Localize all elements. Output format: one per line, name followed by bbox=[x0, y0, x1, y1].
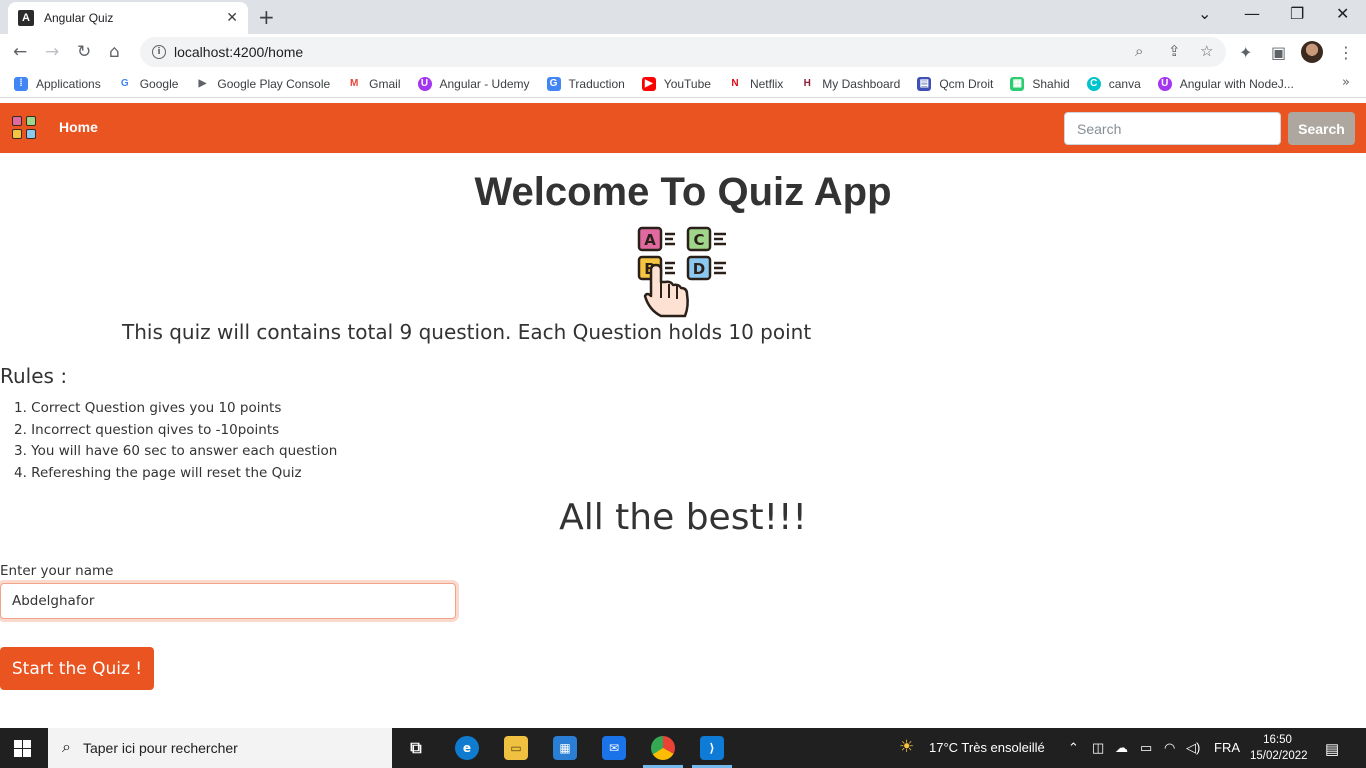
site-info-icon[interactable]: i bbox=[152, 45, 166, 59]
close-window-icon[interactable]: ✕ bbox=[1336, 4, 1349, 23]
taskbar-search-placeholder: Taper ici pour rechercher bbox=[82, 740, 238, 756]
chrome-icon[interactable] bbox=[651, 736, 675, 760]
bookmark-item[interactable]: G Google bbox=[117, 76, 178, 91]
profile-avatar[interactable] bbox=[1301, 41, 1323, 63]
restore-icon[interactable]: ❐ bbox=[1290, 4, 1304, 23]
share-icon[interactable]: ⇪ bbox=[1168, 42, 1181, 60]
tab-title: Angular Quiz bbox=[44, 11, 114, 25]
apps-grid-icon: ⁞ bbox=[14, 76, 28, 91]
file-explorer-icon[interactable]: ▭ bbox=[504, 736, 528, 760]
search-icon: ⌕ bbox=[62, 739, 71, 756]
svg-text:A: A bbox=[644, 231, 656, 249]
rule-item: 3. You will have 60 sec to answer each q… bbox=[14, 443, 338, 460]
windows-start-icon[interactable] bbox=[14, 740, 31, 757]
start-quiz-button[interactable]: Start the Quiz ! bbox=[0, 647, 154, 690]
taskbar-search[interactable]: ⌕ Taper ici pour rechercher bbox=[48, 728, 392, 768]
zoom-icon[interactable]: ⌕ bbox=[1135, 42, 1143, 60]
back-icon[interactable]: ← bbox=[13, 42, 27, 62]
udemy-icon: U bbox=[417, 76, 432, 91]
rule-item: 2. Incorrect question qives to -10points bbox=[14, 421, 280, 438]
minimize-icon[interactable]: — bbox=[1244, 4, 1260, 23]
udemy-icon: U bbox=[1157, 76, 1172, 91]
task-view-icon[interactable]: ⧉ bbox=[404, 736, 428, 760]
netflix-icon: N bbox=[727, 76, 742, 91]
quiz-choice-icon: A C B D bbox=[637, 226, 726, 318]
browser-tab-bar: A Angular Quiz ✕ + ⌄ — ❐ ✕ bbox=[0, 0, 1366, 34]
volume-icon[interactable]: ◁) bbox=[1186, 740, 1200, 756]
url-text: localhost:4200/home bbox=[174, 44, 304, 60]
bookmark-item[interactable]: ⁞ Applications bbox=[14, 76, 101, 91]
rule-item: 1. Correct Question gives you 10 points bbox=[14, 400, 282, 416]
reload-icon[interactable]: ↻ bbox=[77, 42, 91, 62]
translate-icon: G bbox=[546, 76, 561, 91]
tab-search-chevron-icon[interactable]: ⌄ bbox=[1198, 4, 1211, 23]
tray-chevron-icon[interactable]: ⌃ bbox=[1068, 740, 1079, 756]
meet-icon[interactable]: ◫ bbox=[1092, 740, 1104, 756]
search-input[interactable] bbox=[1064, 112, 1281, 145]
all-the-best-text: All the best!!! bbox=[559, 497, 807, 538]
forward-icon[interactable]: → bbox=[45, 42, 59, 62]
bookmark-item[interactable]: ▶ YouTube bbox=[641, 76, 711, 91]
bookmark-item[interactable]: U Angular - Udemy bbox=[417, 76, 530, 91]
bookmark-item[interactable]: G Traduction bbox=[546, 76, 625, 91]
bookmark-item[interactable]: ▶ Google Play Console bbox=[195, 76, 330, 91]
mail-icon[interactable]: ✉ bbox=[602, 736, 626, 760]
clock-time: 16:50 bbox=[1263, 734, 1292, 746]
youtube-icon: ▶ bbox=[641, 76, 656, 91]
app-navbar: Home Search bbox=[0, 103, 1366, 153]
google-icon: G bbox=[117, 76, 132, 91]
address-bar[interactable]: i localhost:4200/home bbox=[140, 37, 1226, 67]
rule-item: 4. Refereshing the page will reset the Q… bbox=[14, 465, 302, 482]
dashboard-icon: H bbox=[800, 76, 815, 91]
battery-icon[interactable]: ▭ bbox=[1140, 740, 1152, 756]
extensions-icon[interactable]: ✦ bbox=[1239, 43, 1252, 62]
bookmark-item[interactable]: U Angular with NodeJ... bbox=[1157, 76, 1294, 91]
rules-heading: Rules : bbox=[0, 364, 68, 388]
new-tab-icon[interactable]: + bbox=[258, 5, 275, 29]
notification-icon[interactable]: ▤ bbox=[1325, 740, 1339, 758]
vscode-icon[interactable]: ⟩ bbox=[700, 736, 724, 760]
weather-icon[interactable]: ☀ bbox=[899, 737, 914, 757]
clock-date: 15/02/2022 bbox=[1250, 750, 1308, 762]
name-label: Enter your name bbox=[0, 563, 114, 579]
bookmarks-bar: ⁞ Applications G Google ▶ Google Play Conso… bbox=[0, 70, 1366, 98]
edge-icon[interactable]: e bbox=[455, 736, 479, 760]
bookmark-item[interactable]: ▤ Qcm Droit bbox=[917, 76, 993, 91]
store-icon[interactable]: ▦ bbox=[553, 736, 577, 760]
onedrive-icon[interactable]: ☁ bbox=[1115, 740, 1128, 756]
page-title: Welcome To Quiz App bbox=[474, 170, 892, 214]
wifi-icon[interactable]: ◠ bbox=[1164, 740, 1175, 756]
canva-icon: C bbox=[1086, 76, 1101, 91]
quiz-intro-text: This quiz will contains total 9 question… bbox=[122, 320, 812, 344]
name-input[interactable] bbox=[0, 583, 456, 619]
browser-tab[interactable]: A Angular Quiz ✕ bbox=[8, 2, 248, 34]
side-panel-icon[interactable]: ▣ bbox=[1271, 43, 1286, 62]
windows-taskbar: ⌕ Taper ici pour rechercher ⧉ e ▭ ▦ ✉ ⟩ … bbox=[0, 728, 1366, 768]
browser-toolbar: ← → ↻ ⌂ i localhost:4200/home ⌕ ⇪ ☆ ✦ ▣ … bbox=[0, 34, 1366, 70]
gmail-icon: M bbox=[347, 76, 362, 91]
bookmark-item[interactable]: Ccanva bbox=[1086, 76, 1141, 91]
bookmark-item[interactable]: H My Dashboard bbox=[800, 76, 900, 91]
qcm-icon: ▤ bbox=[917, 76, 932, 91]
bookmark-item[interactable]: M Gmail bbox=[347, 76, 401, 91]
nav-home-link[interactable]: Home bbox=[59, 119, 98, 135]
bookmark-item[interactable]: N Netflix bbox=[727, 76, 783, 91]
language-indicator[interactable]: FRA bbox=[1214, 740, 1240, 755]
more-bookmarks-icon[interactable]: » bbox=[1342, 75, 1350, 90]
weather-text[interactable]: 17°C Très ensoleillé bbox=[929, 740, 1045, 755]
close-tab-icon[interactable]: ✕ bbox=[226, 10, 238, 26]
shahid-icon: ▦ bbox=[1010, 76, 1025, 91]
taskbar-clock[interactable]: 16:50 15/02/2022 bbox=[1250, 732, 1308, 764]
search-button[interactable]: Search bbox=[1288, 112, 1355, 145]
home-icon[interactable]: ⌂ bbox=[109, 42, 120, 62]
svg-text:C: C bbox=[693, 231, 704, 249]
play-console-icon: ▶ bbox=[195, 76, 210, 91]
quiz-logo-icon[interactable] bbox=[11, 114, 39, 142]
angular-favicon-icon: A bbox=[18, 10, 34, 26]
bookmark-star-icon[interactable]: ☆ bbox=[1200, 42, 1213, 60]
rules-list: 1. Correct Question gives you 10 points … bbox=[14, 398, 337, 485]
bookmark-item[interactable]: ▦ Shahid bbox=[1010, 76, 1070, 91]
menu-kebab-icon[interactable]: ⋮ bbox=[1338, 43, 1354, 62]
svg-text:D: D bbox=[693, 260, 705, 278]
